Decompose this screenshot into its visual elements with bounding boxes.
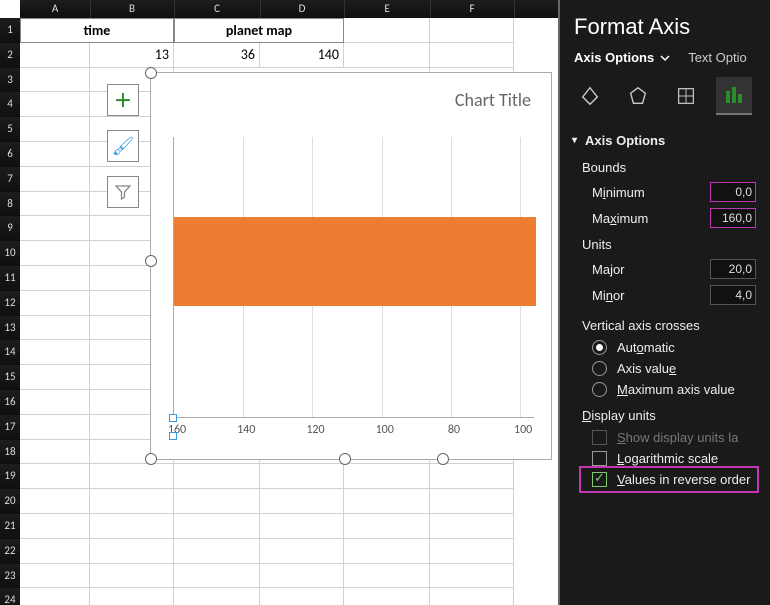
section-axis-options[interactable]: ▾ Axis Options xyxy=(572,121,756,154)
row-hdr-8[interactable]: 8 xyxy=(0,192,20,218)
row-hdr-6[interactable]: 6 xyxy=(0,142,20,168)
embedded-chart[interactable]: Chart Title 16014012010080100 xyxy=(150,72,552,460)
row-hdr-3[interactable]: 3 xyxy=(0,68,20,94)
row-hdr-9[interactable]: 9 xyxy=(0,216,20,242)
maximum-label: Maximum xyxy=(582,211,648,226)
row-hdr-5[interactable]: 5 xyxy=(0,117,20,143)
units-label: Units xyxy=(582,231,756,256)
row-hdr-12[interactable]: 12 xyxy=(0,291,20,317)
chart-bar-series[interactable] xyxy=(174,217,536,306)
pane-title: Format Axis xyxy=(560,0,770,50)
row-hdr-13[interactable]: 13 xyxy=(0,316,20,342)
col-hdr-D[interactable]: D xyxy=(260,0,345,18)
row-hdr-22[interactable]: 22 xyxy=(0,539,20,565)
minimum-label: Minimum xyxy=(582,185,645,200)
chart-filter-button[interactable] xyxy=(107,176,139,208)
crosses-label: Vertical axis crosses xyxy=(582,308,756,337)
chart-plot-area[interactable] xyxy=(173,137,534,418)
checkbox-icon xyxy=(592,472,607,487)
chevron-down-icon: ▾ xyxy=(572,135,577,146)
row-hdr-16[interactable]: 16 xyxy=(0,390,20,416)
row-hdr-11[interactable]: 11 xyxy=(0,266,20,292)
radio-axis-value[interactable]: Axis value xyxy=(582,358,756,379)
row-hdr-18[interactable]: 18 xyxy=(0,440,20,466)
resize-handle[interactable] xyxy=(145,453,157,465)
x-tick: 120 xyxy=(306,423,324,437)
cell-header-time[interactable]: time xyxy=(20,18,174,43)
row-hdr-14[interactable]: 14 xyxy=(0,340,20,366)
col-hdr-C[interactable]: C xyxy=(174,0,261,18)
major-label: Major xyxy=(582,262,625,277)
row-hdr-21[interactable]: 21 xyxy=(0,514,20,540)
row-hdr-2[interactable]: 2 xyxy=(0,43,20,69)
chart-add-element-button[interactable]: ＋ xyxy=(107,84,139,116)
check-show-display-units: Show display units la xyxy=(582,427,756,448)
row-hdr-10[interactable]: 10 xyxy=(0,241,20,267)
fill-line-icon[interactable] xyxy=(572,78,608,114)
minor-label: Minor xyxy=(582,288,625,303)
checkbox-icon xyxy=(592,430,607,445)
maximum-input[interactable] xyxy=(710,208,756,228)
axis-options-icon[interactable] xyxy=(716,77,752,115)
x-tick: 140 xyxy=(237,423,255,437)
check-reverse-order[interactable]: Values in reverse order xyxy=(582,469,756,490)
axis-icon-row xyxy=(560,75,770,119)
radio-icon xyxy=(592,382,607,397)
chart-tool-group: ＋ 🖌 xyxy=(107,84,137,222)
row-hdr-19[interactable]: 19 xyxy=(0,464,20,490)
col-hdr-B[interactable]: B xyxy=(90,0,175,18)
resize-handle[interactable] xyxy=(145,255,157,267)
checkbox-icon xyxy=(592,451,607,466)
display-units-label: Display units xyxy=(582,400,756,427)
chart-style-button[interactable]: 🖌 xyxy=(107,130,139,162)
x-tick: 80 xyxy=(448,423,460,437)
axis-handle[interactable] xyxy=(169,414,177,422)
tab-axis-options[interactable]: Axis Options xyxy=(574,50,670,65)
minor-input[interactable] xyxy=(710,285,756,305)
bounds-label: Bounds xyxy=(582,154,756,179)
row-hdr-1[interactable]: 1 xyxy=(0,18,20,44)
col-hdr-F[interactable]: F xyxy=(430,0,515,18)
x-tick: 100 xyxy=(376,423,394,437)
row-hdr-20[interactable]: 20 xyxy=(0,489,20,515)
chevron-down-icon xyxy=(660,53,670,63)
minimum-input[interactable] xyxy=(710,182,756,202)
radio-maximum-value[interactable]: Maximum axis value xyxy=(582,379,756,400)
effects-icon[interactable] xyxy=(620,78,656,114)
chart-title[interactable]: Chart Title xyxy=(455,89,531,111)
row-hdr-7[interactable]: 7 xyxy=(0,167,20,193)
row-hdr-4[interactable]: 4 xyxy=(0,92,20,118)
col-headers: ABCDEF xyxy=(20,0,560,18)
resize-handle[interactable] xyxy=(145,67,157,79)
tab-text-options[interactable]: Text Optio xyxy=(688,50,747,65)
x-tick: 100 xyxy=(514,423,532,437)
row-hdr-17[interactable]: 17 xyxy=(0,415,20,441)
cell-b2[interactable]: 13 xyxy=(90,43,174,68)
col-hdr-E[interactable]: E xyxy=(344,0,431,18)
cell-c2[interactable]: 36 xyxy=(174,43,260,68)
axis-handle[interactable] xyxy=(169,432,177,440)
col-hdr-A[interactable]: A xyxy=(20,0,91,18)
row-headers: 123456789101112131415161718192021222324 xyxy=(0,0,20,605)
radio-icon xyxy=(592,340,607,355)
size-properties-icon[interactable] xyxy=(668,78,704,114)
major-input[interactable] xyxy=(710,259,756,279)
cell-d2[interactable]: 140 xyxy=(260,43,344,68)
row-hdr-24[interactable]: 24 xyxy=(0,588,20,605)
pane-tabs: Axis Options Text Optio xyxy=(560,50,770,75)
format-axis-pane: Format Axis Axis Options Text Optio ▾ Ax… xyxy=(560,0,770,605)
worksheet: 123456789101112131415161718192021222324 … xyxy=(0,0,560,605)
row-hdr-15[interactable]: 15 xyxy=(0,365,20,391)
resize-handle[interactable] xyxy=(437,453,449,465)
resize-handle[interactable] xyxy=(339,453,351,465)
cell-header-planet-map[interactable]: planet map xyxy=(174,18,344,43)
radio-automatic[interactable]: Automatic xyxy=(582,337,756,358)
radio-icon xyxy=(592,361,607,376)
check-log-scale[interactable]: Logarithmic scale xyxy=(582,448,756,469)
row-hdr-23[interactable]: 23 xyxy=(0,564,20,590)
